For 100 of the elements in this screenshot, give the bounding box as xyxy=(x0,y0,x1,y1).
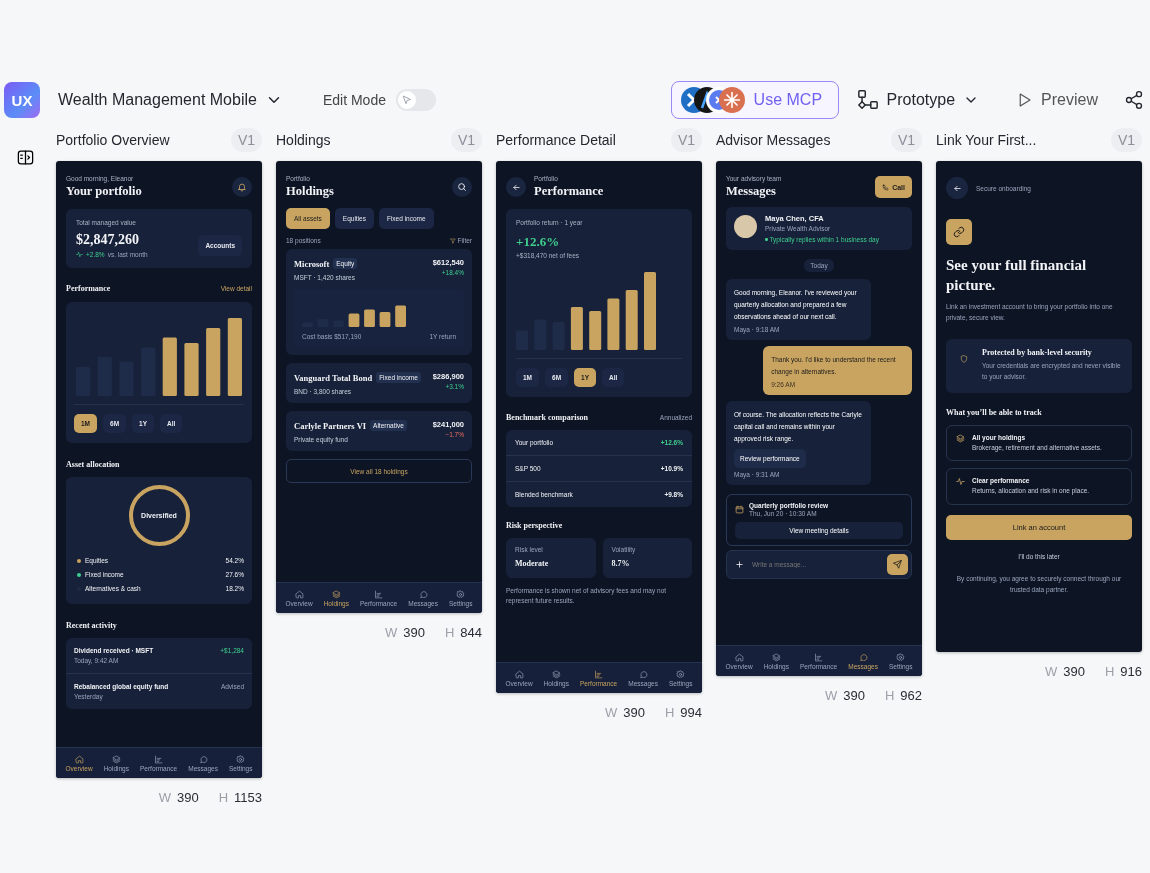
back-button[interactable] xyxy=(506,177,526,197)
chart-bar xyxy=(364,309,375,327)
status-dot xyxy=(765,238,768,241)
filter-icon xyxy=(449,237,456,244)
calendar-icon xyxy=(735,505,744,515)
share-icon xyxy=(1124,90,1144,110)
project-menu[interactable]: Wealth Management Mobile xyxy=(58,91,283,109)
version-badge: V1 xyxy=(230,128,262,152)
section-title: Recent activity xyxy=(66,621,118,630)
gear-icon xyxy=(896,652,906,662)
holding-name: Microsoft xyxy=(294,258,330,269)
layers-icon xyxy=(771,652,781,662)
height-label: H xyxy=(884,688,895,703)
section-title: Risk perspective xyxy=(506,521,564,530)
search-icon xyxy=(457,182,467,192)
chart-icon xyxy=(374,589,384,599)
risk-value: 8.7% xyxy=(611,559,631,568)
width-label: W xyxy=(604,705,618,720)
layers-icon xyxy=(111,754,121,764)
chart-bar xyxy=(379,312,391,327)
screen-title: Holdings xyxy=(286,184,334,199)
bell-icon xyxy=(237,182,247,192)
security-title: Protected by bank-level security xyxy=(982,347,1093,357)
flow-icon xyxy=(856,89,879,111)
link-icon xyxy=(953,226,965,238)
holding-name: Vanguard Total Bond xyxy=(294,372,373,383)
chart-bar xyxy=(162,337,177,396)
send-button[interactable] xyxy=(887,554,908,576)
preview-button[interactable]: Preview xyxy=(1015,91,1098,109)
chart-bar xyxy=(206,328,221,396)
plus-icon xyxy=(735,560,744,570)
version-badge: V1 xyxy=(670,128,702,152)
edit-mode-label: Edit Mode xyxy=(322,92,386,108)
pulse-icon xyxy=(956,477,965,487)
section-title: What you’ll be able to track xyxy=(946,407,1043,417)
share-button[interactable] xyxy=(1124,90,1144,110)
gear-icon xyxy=(456,589,466,599)
frame-title: Advisor Messages xyxy=(716,132,831,148)
use-mcp-button[interactable]: Use MCP xyxy=(670,81,839,119)
chart-bar xyxy=(589,311,602,350)
trend-icon xyxy=(76,251,83,258)
holding-name: Carlyle Partners VI xyxy=(294,420,367,431)
chart-icon xyxy=(814,652,824,662)
layers-icon xyxy=(956,433,965,443)
chart-bar xyxy=(607,298,620,350)
chart-icon xyxy=(154,754,164,764)
chart-bar xyxy=(570,307,583,350)
risk-value: Moderate xyxy=(515,559,550,568)
height-label: H xyxy=(664,705,675,720)
home-icon xyxy=(514,669,524,679)
back-icon xyxy=(511,182,521,192)
back-button[interactable] xyxy=(946,177,968,199)
width-value: 390 xyxy=(176,790,199,805)
height-label: H xyxy=(1104,664,1115,679)
gear-icon xyxy=(676,669,686,679)
frame-title: Portfolio Overview xyxy=(56,132,170,148)
layers-icon xyxy=(551,669,561,679)
height-value: 916 xyxy=(1120,664,1142,679)
chat-icon xyxy=(638,669,648,679)
version-badge: V1 xyxy=(890,128,922,152)
chart-icon xyxy=(594,669,604,679)
height-value: 962 xyxy=(900,688,922,703)
height-value: 844 xyxy=(460,625,482,640)
width-value: 390 xyxy=(403,625,425,640)
home-icon xyxy=(74,754,84,764)
send-icon xyxy=(893,560,902,570)
screen-title: Performance xyxy=(534,184,604,199)
return-value: +12.6% xyxy=(516,234,561,250)
chat-icon xyxy=(858,652,868,662)
frame-title: Link Your First... xyxy=(936,132,1037,148)
width-label: W xyxy=(1044,664,1058,679)
app-logo: UX xyxy=(4,82,40,118)
width-label: W xyxy=(384,625,398,640)
cursor-icon xyxy=(401,94,413,106)
prototype-menu[interactable]: Prototype xyxy=(856,89,980,111)
screen-title: Messages xyxy=(726,184,777,199)
integration-logos-drawing xyxy=(679,86,746,114)
height-value: 994 xyxy=(680,705,702,720)
notifications-button[interactable] xyxy=(232,177,252,197)
height-value: 1153 xyxy=(234,790,262,805)
width-value: 390 xyxy=(623,705,645,720)
frame-title: Holdings xyxy=(276,132,331,148)
height-label: H xyxy=(218,790,229,805)
width-value: 390 xyxy=(1063,664,1085,679)
chart-bar xyxy=(348,313,360,327)
sidebar-toggle-icon[interactable] xyxy=(15,148,35,167)
phone-icon xyxy=(882,183,890,191)
home-icon xyxy=(294,589,304,599)
search-button[interactable] xyxy=(452,177,472,197)
chat-icon xyxy=(198,754,208,764)
width-value: 390 xyxy=(843,688,865,703)
gear-icon xyxy=(236,754,246,764)
edit-mode-toggle[interactable] xyxy=(395,89,436,111)
width-label: W xyxy=(158,790,171,805)
chart-bar xyxy=(625,289,638,350)
total-value: $2,847,260 xyxy=(76,232,140,248)
chart-bar xyxy=(184,343,199,396)
attach-button[interactable] xyxy=(735,560,744,570)
version-badge: V1 xyxy=(450,128,482,152)
onboarding-title: See your full financial picture. xyxy=(946,256,1088,295)
